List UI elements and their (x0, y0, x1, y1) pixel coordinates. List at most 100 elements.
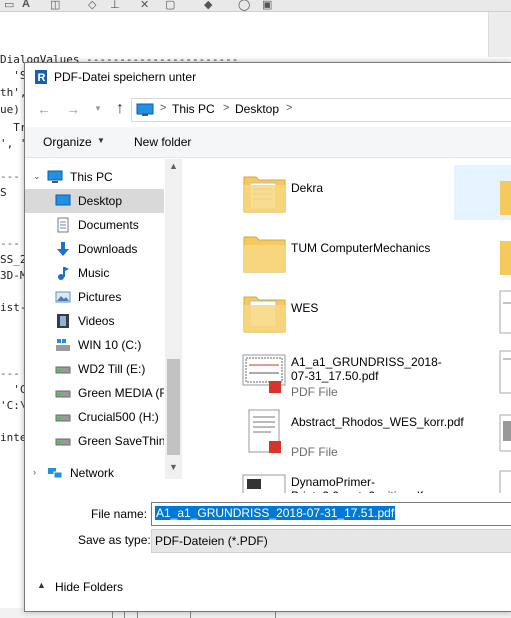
expand-caret-icon[interactable]: ⌄ (33, 171, 41, 182)
address-bar[interactable]: > This PC > Desktop > (131, 98, 511, 122)
breadcrumb-chevron-icon[interactable]: > (286, 102, 292, 114)
nav-item-label: Pictures (78, 290, 122, 304)
save-as-type-select[interactable]: PDF-Dateien (*.PDF) (151, 529, 511, 553)
svg-text:R: R (38, 72, 46, 84)
pdf-file-icon (242, 354, 286, 393)
nav-item-music[interactable]: Music (25, 261, 164, 285)
drive-icon (55, 438, 71, 446)
file-type: PDF File (291, 385, 338, 399)
scrollbar-thumb[interactable] (167, 359, 180, 455)
drive-icon (55, 366, 71, 374)
back-button[interactable]: ← (34, 99, 54, 119)
toolbar-icon: ◯ (238, 0, 251, 11)
breadcrumb-chevron-icon[interactable]: > (223, 102, 229, 114)
breadcrumb-chevron-icon[interactable]: > (160, 102, 166, 114)
file-name-value[interactable]: A1_a1_GRUNDRISS_2018-07-31_17.51.pdf (155, 506, 396, 520)
toolbar-icon: ◫ (50, 0, 61, 11)
toolbar-icon: ▣ (262, 0, 273, 11)
expand-caret-icon[interactable]: › (33, 467, 36, 477)
nav-item-win10-c[interactable]: WIN 10 (C:) (25, 333, 164, 357)
documents-icon (57, 217, 69, 233)
nav-item-label: Network (70, 466, 115, 480)
new-folder-button[interactable]: New folder (134, 135, 191, 149)
save-pdf-dialog: R PDF-Datei speichern unter ← → ▼ ↑ > Th… (24, 62, 511, 612)
toolbar-icon: ▢ (165, 0, 176, 11)
nav-item-network[interactable]: › Network (25, 461, 164, 485)
scroll-down-icon[interactable]: ▼ (169, 462, 178, 472)
code-line: ist- (0, 301, 27, 314)
network-icon (48, 468, 63, 479)
this-pc-icon (136, 103, 154, 116)
forward-button[interactable]: → (63, 99, 83, 119)
code-line: 'C:\ (0, 399, 27, 412)
nav-item-documents[interactable]: Documents (25, 213, 164, 237)
code-line: 3D-M (0, 269, 27, 282)
code-line: SS_2 (0, 253, 27, 266)
file-name-input[interactable]: A1_a1_GRUNDRISS_2018-07-31_17.51.pdf (151, 502, 511, 526)
this-pc-icon (47, 170, 63, 183)
hide-folders-label: Hide Folders (55, 580, 124, 594)
arrow-up-icon: ↑ (116, 100, 124, 117)
file-item-dekra[interactable]: Dekra (241, 167, 441, 223)
file-item-tum[interactable]: TUM ComputerMechanics (241, 227, 441, 283)
folder-icon (243, 236, 286, 273)
drive-icon (55, 390, 71, 398)
nav-item-crucial500-h[interactable]: Crucial500 (H:) (25, 405, 164, 429)
file-item-wes[interactable]: WES (241, 287, 441, 343)
music-icon (58, 267, 69, 280)
pdf-file-icon (242, 474, 286, 493)
nav-item-label: WD2 Till (E:) (78, 362, 146, 376)
file-item-abstract-rhodos[interactable]: Abstract_Rhodos_WES_korr.pdf PDF File (241, 407, 464, 463)
navigation-pane: ⌄ This PC Desktop Documents Downloads Mu… (25, 159, 182, 480)
organize-button[interactable]: Organize (43, 135, 92, 149)
nav-item-label: WIN 10 (C:) (78, 338, 142, 352)
nav-pane-scrollbar[interactable]: ▲ ▼ (165, 159, 182, 479)
drive-icon (55, 414, 71, 422)
nav-item-this-pc[interactable]: ⌄ This PC (25, 165, 164, 189)
nav-item-pictures[interactable]: Pictures (25, 285, 164, 309)
chevron-down-icon[interactable]: ▼ (97, 136, 105, 145)
code-separator: --- (0, 367, 20, 380)
arrow-left-icon: ← (37, 101, 51, 117)
nav-item-label: Videos (78, 314, 115, 328)
file-thumbnail-icon (499, 470, 511, 493)
file-name: Dekra (291, 181, 324, 195)
code-line: inte (0, 431, 27, 444)
nav-item-green-media-f[interactable]: Green MEDIA (F: (25, 381, 164, 405)
code-line: S (0, 186, 7, 199)
file-type: PDF File (291, 445, 338, 459)
code-line: ', ' (0, 137, 27, 150)
nav-item-desktop[interactable]: Desktop (25, 189, 164, 213)
pictures-icon (55, 291, 71, 303)
breadcrumb-this-pc[interactable]: This PC (172, 102, 215, 116)
code-line: ue) (0, 103, 20, 116)
nav-item-downloads[interactable]: Downloads (25, 237, 164, 261)
background-panel-edge (488, 12, 511, 57)
file-name: Abstract_Rhodos_WES_korr.pdf (291, 415, 464, 429)
toolbar-icon: ◇ (88, 0, 97, 11)
toolbar-icon: ✕ (140, 0, 150, 11)
save-as-type-value: PDF-Dateien (*.PDF) (155, 534, 268, 548)
recent-locations-button[interactable]: ▼ (88, 99, 108, 119)
file-thumbnail-icon (499, 350, 511, 394)
file-item-a1-grundriss[interactable]: A1_a1_GRUNDRISS_2018-07-31_17.50.pdf PDF… (241, 347, 442, 403)
breadcrumb-desktop[interactable]: Desktop (235, 102, 279, 116)
scroll-up-icon[interactable]: ▲ (169, 161, 178, 171)
up-button[interactable]: ↑ (110, 99, 130, 119)
toolbar-icon: A (22, 0, 30, 10)
chevron-down-icon: ▼ (94, 104, 102, 113)
nav-item-videos[interactable]: Videos (25, 309, 164, 333)
toolbar-icon: ◆ (204, 0, 213, 11)
chevron-up-icon: ▲ (37, 580, 46, 590)
nav-item-label: Crucial500 (H:) (78, 410, 159, 424)
dialog-titlebar[interactable]: R PDF-Datei speichern unter (25, 63, 511, 91)
file-thumbnail-icon (499, 414, 511, 452)
nav-item-wd2-e[interactable]: WD2 Till (E:) (25, 357, 164, 381)
command-bar: Organize ▼ New folder (25, 127, 511, 158)
code-line: th', (0, 86, 27, 99)
folder-icon (500, 181, 511, 215)
nav-item-green-savething[interactable]: Green SaveThing (25, 429, 164, 453)
file-item-dynamoprimer[interactable]: DynamoPrimer-Print_2.0_cut_2seitig.pdf (241, 467, 441, 493)
toolbar-icon: ▭ (4, 0, 15, 11)
nav-item-label: Downloads (78, 242, 138, 256)
